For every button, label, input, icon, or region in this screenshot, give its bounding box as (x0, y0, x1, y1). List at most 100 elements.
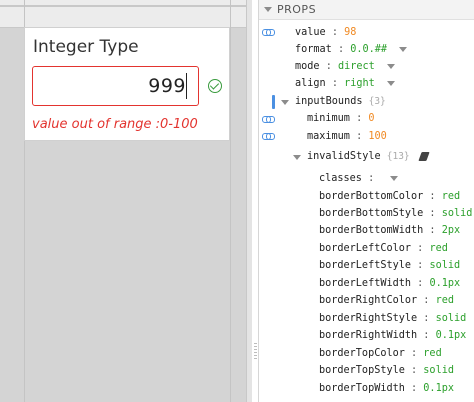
expand-triangle-icon[interactable] (293, 155, 301, 160)
prop-row-borderBottomStyle[interactable]: borderBottomStyle : solid (319, 206, 472, 222)
prop-row-align[interactable]: align : right (295, 76, 395, 92)
prop-value[interactable]: 100 (368, 131, 386, 142)
prop-value[interactable]: solid (442, 208, 473, 219)
prop-separator: : (411, 365, 418, 376)
prop-key: classes (319, 173, 362, 184)
prop-value[interactable]: solid (429, 260, 460, 271)
link-icon[interactable] (262, 29, 275, 36)
prop-separator: : (417, 278, 424, 289)
prop-separator: : (368, 173, 375, 184)
prop-key: borderTopWidth (319, 383, 405, 394)
canvas-gridline (230, 0, 231, 402)
prop-separator: : (417, 260, 424, 271)
prop-key: value (295, 27, 326, 38)
prop-row-value[interactable]: value : 98 (295, 25, 356, 41)
prop-row-borderRightWidth[interactable]: borderRightWidth : 0.1px (319, 328, 466, 344)
prop-value[interactable]: solid (423, 365, 454, 376)
prop-row-mode[interactable]: mode : direct (295, 59, 395, 75)
prop-row-invalidStyle[interactable]: invalidStyle {13} (307, 149, 430, 165)
prop-value[interactable]: 0.0.## (350, 44, 387, 55)
prop-value[interactable]: 0.1px (429, 278, 460, 289)
link-icon[interactable] (262, 116, 275, 123)
expand-triangle-icon[interactable] (281, 100, 289, 105)
prop-row-borderLeftColor[interactable]: borderLeftColor : red (319, 241, 448, 257)
binding-marker (272, 95, 275, 109)
prop-row-borderTopWidth[interactable]: borderTopWidth : 0.1px (319, 381, 454, 397)
prop-row-borderLeftWidth[interactable]: borderLeftWidth : 0.1px (319, 276, 460, 292)
prop-row-borderTopColor[interactable]: borderTopColor : red (319, 346, 442, 362)
prop-separator: : (429, 208, 436, 219)
prop-key: borderTopStyle (319, 365, 405, 376)
prop-value[interactable]: red (423, 348, 441, 359)
prop-value[interactable]: red (429, 243, 447, 254)
prop-key: borderBottomStyle (319, 208, 424, 219)
input-value: 999 (148, 75, 186, 97)
prop-key: borderLeftColor (319, 243, 412, 254)
paintbrush-icon[interactable] (418, 151, 430, 161)
prop-separator: : (356, 131, 363, 142)
prop-separator: : (417, 243, 424, 254)
prop-row-borderTopStyle[interactable]: borderTopStyle : solid (319, 363, 454, 379)
prop-row-borderBottomColor[interactable]: borderBottomColor : red (319, 189, 460, 205)
design-canvas[interactable]: Integer Type 999 value out of range :0-1… (0, 0, 252, 402)
splitter-grip[interactable] (254, 343, 257, 361)
prop-value[interactable]: 0.1px (436, 330, 467, 341)
prop-row-borderBottomWidth[interactable]: borderBottomWidth : 2px (319, 223, 460, 239)
prop-child-count: {3} (368, 96, 386, 107)
integer-field-component[interactable]: Integer Type 999 value out of range :0-1… (24, 27, 230, 141)
link-icon[interactable] (262, 133, 275, 140)
validation-error-message: value out of range :0-100 (32, 117, 198, 132)
prop-value[interactable]: direct (338, 61, 375, 72)
prop-separator: : (325, 61, 332, 72)
prop-separator: : (423, 330, 430, 341)
prop-value[interactable]: 0 (368, 113, 374, 124)
prop-separator: : (331, 27, 338, 38)
prop-key: mode (295, 61, 320, 72)
prop-value[interactable]: 0.1px (423, 383, 454, 394)
prop-row-borderRightStyle[interactable]: borderRightStyle : solid (319, 311, 466, 327)
integer-input[interactable]: 999 (32, 66, 199, 106)
prop-separator: : (411, 348, 418, 359)
prop-separator: : (411, 383, 418, 394)
canvas-frame-strip (0, 6, 252, 29)
prop-key: borderRightStyle (319, 313, 418, 324)
prop-separator: : (429, 225, 436, 236)
prop-key: align (295, 78, 326, 89)
chevron-down-icon[interactable] (386, 63, 395, 69)
canvas-scrollbar[interactable] (246, 0, 252, 402)
chevron-down-icon[interactable] (386, 80, 395, 86)
prop-row-classes[interactable]: classes : (319, 171, 399, 187)
prop-key: borderLeftStyle (319, 260, 412, 271)
prop-key: invalidStyle (307, 151, 381, 162)
prop-value[interactable]: right (344, 78, 375, 89)
component-title: Integer Type (33, 37, 139, 57)
prop-key: borderBottomColor (319, 191, 424, 202)
prop-row-borderLeftStyle[interactable]: borderLeftStyle : solid (319, 258, 460, 274)
prop-row-minimum[interactable]: minimum : 0 (307, 111, 375, 127)
prop-key: borderTopColor (319, 348, 405, 359)
check-circle-icon (208, 79, 222, 93)
prop-separator: : (331, 78, 338, 89)
prop-key: borderLeftWidth (319, 278, 412, 289)
props-panel-title: PROPS (277, 3, 317, 16)
prop-separator: : (429, 191, 436, 202)
chevron-down-icon[interactable] (399, 46, 408, 52)
prop-value[interactable]: red (442, 191, 460, 202)
prop-key: inputBounds (295, 96, 363, 107)
prop-value[interactable]: red (436, 295, 454, 306)
prop-separator: : (337, 44, 345, 55)
prop-key: borderRightColor (319, 295, 418, 306)
prop-value[interactable]: 98 (344, 27, 356, 38)
collapse-triangle-icon[interactable] (264, 7, 272, 12)
prop-row-format[interactable]: format : 0.0.## (295, 42, 408, 58)
prop-value[interactable]: 2px (442, 225, 460, 236)
prop-row-borderRightColor[interactable]: borderRightColor : red (319, 293, 454, 309)
prop-value[interactable]: solid (436, 313, 467, 324)
prop-row-maximum[interactable]: maximum : 100 (307, 129, 387, 145)
prop-key: borderBottomWidth (319, 225, 424, 236)
prop-key: minimum (307, 113, 350, 124)
props-panel-header[interactable]: PROPS (259, 0, 474, 20)
prop-row-inputBounds[interactable]: inputBounds {3} (295, 94, 386, 110)
prop-key: maximum (307, 131, 350, 142)
chevron-down-icon[interactable] (390, 175, 399, 181)
